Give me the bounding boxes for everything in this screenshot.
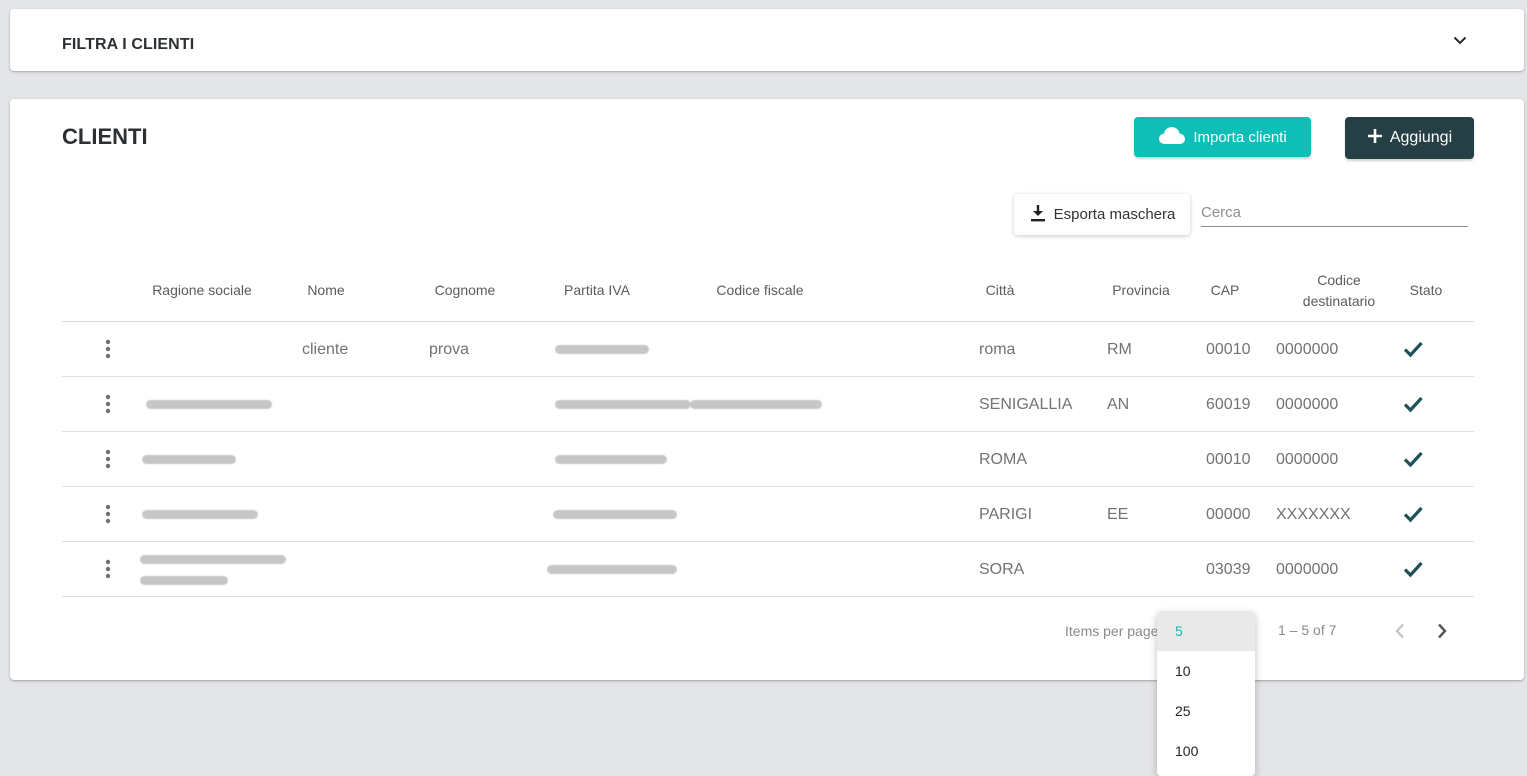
cell-partita-iva-redacted <box>553 487 677 542</box>
cell-cognome: prova <box>429 340 470 358</box>
cell-partita-iva-redacted <box>555 432 667 487</box>
cell-citta: roma <box>979 340 1016 358</box>
cell-ragione-sociale-redacted <box>142 432 236 487</box>
more-vert-icon[interactable] <box>98 446 118 472</box>
header-codice-fiscale[interactable]: Codice fiscale <box>710 259 810 322</box>
cell-cap: 00010 <box>1206 450 1251 468</box>
export-template-button[interactable]: Esporta maschera <box>1014 194 1190 235</box>
page-size-option[interactable]: 25 <box>1157 691 1255 731</box>
cell-codice-destinatario: 0000000 <box>1276 450 1339 468</box>
cell-citta: PARIGI <box>979 505 1033 523</box>
add-client-label: Aggiungi <box>1389 129 1453 146</box>
page-size-option[interactable]: 100 <box>1157 731 1255 771</box>
clients-panel: CLIENTI Importa clienti Aggiungi Esporta… <box>10 99 1524 680</box>
cell-codice-destinatario: XXXXXXX <box>1276 505 1351 523</box>
cell-citta: SORA <box>979 560 1025 578</box>
clients-table: Ragione sociale Nome Cognome Partita IVA… <box>62 259 1474 597</box>
cell-codice-fiscale-redacted <box>690 377 822 432</box>
cell-nome: cliente <box>302 340 349 358</box>
page-range-label: 1 – 5 of 7 <box>1278 622 1337 638</box>
chevron-down-icon[interactable] <box>1450 30 1470 50</box>
table-row[interactable]: SENIGALLIA AN 60019 0000000 <box>62 377 1474 432</box>
header-provincia[interactable]: Provincia <box>1112 259 1170 322</box>
plus-icon <box>1367 128 1383 149</box>
cell-cap: 00010 <box>1206 340 1251 358</box>
paginator: Items per page 1 – 5 of 7 <box>10 609 1524 653</box>
page-size-option[interactable]: 10 <box>1157 651 1255 691</box>
check-icon <box>1402 448 1424 470</box>
cell-partita-iva-redacted <box>547 542 677 597</box>
cell-ragione-sociale-redacted <box>142 487 258 542</box>
cell-codice-destinatario: 0000000 <box>1276 395 1339 413</box>
items-per-page-label: Items per page <box>1065 623 1159 639</box>
cell-citta: SENIGALLIA <box>979 395 1073 413</box>
table-row[interactable]: ROMA 00010 0000000 <box>62 432 1474 487</box>
more-vert-icon[interactable] <box>98 501 118 527</box>
header-partita-iva[interactable]: Partita IVA <box>556 259 638 322</box>
header-nome[interactable]: Nome <box>295 259 357 322</box>
more-vert-icon[interactable] <box>98 391 118 417</box>
table-row[interactable]: SORA 03039 0000000 <box>62 542 1474 597</box>
download-icon <box>1029 204 1047 226</box>
export-template-label: Esporta maschera <box>1053 206 1176 223</box>
header-stato[interactable]: Stato <box>1402 259 1450 322</box>
search-field <box>1201 199 1468 227</box>
cell-codice-destinatario: 0000000 <box>1276 560 1339 578</box>
check-icon <box>1402 393 1424 415</box>
search-input[interactable] <box>1201 199 1468 225</box>
page-size-option[interactable]: 5 <box>1157 611 1255 651</box>
chevron-right-icon[interactable] <box>1430 619 1454 643</box>
header-codice-destinatario[interactable]: Codice destinatario <box>1294 259 1384 322</box>
cell-cap: 00000 <box>1206 505 1251 523</box>
cell-cap: 03039 <box>1206 560 1251 578</box>
header-citta[interactable]: Città <box>980 259 1020 322</box>
import-clients-button[interactable]: Importa clienti <box>1134 117 1311 157</box>
add-client-button[interactable]: Aggiungi <box>1345 117 1474 159</box>
more-vert-icon[interactable] <box>98 336 118 362</box>
header-cognome[interactable]: Cognome <box>426 259 504 322</box>
cell-codice-destinatario: 0000000 <box>1276 340 1339 358</box>
header-cap[interactable]: CAP <box>1210 259 1240 322</box>
chevron-left-icon[interactable] <box>1388 619 1412 643</box>
header-ragione-sociale[interactable]: Ragione sociale <box>138 259 266 322</box>
more-vert-icon[interactable] <box>98 556 118 582</box>
cell-cap: 60019 <box>1206 395 1251 413</box>
items-per-page-dropdown: 5 10 25 100 <box>1157 611 1255 776</box>
table-row[interactable]: PARIGI EE 00000 XXXXXXX <box>62 487 1474 542</box>
cell-ragione-sociale-redacted <box>146 377 272 432</box>
filter-title: FILTRA I CLIENTI <box>62 36 195 53</box>
cell-citta: ROMA <box>979 450 1027 468</box>
table-row[interactable]: cliente prova roma RM 00010 0000000 <box>62 322 1474 377</box>
cell-provincia: RM <box>1107 340 1132 358</box>
cell-partita-iva-redacted <box>555 322 649 377</box>
filter-panel[interactable]: FILTRA I CLIENTI <box>10 9 1524 71</box>
check-icon <box>1402 338 1424 360</box>
import-clients-label: Importa clienti <box>1193 128 1287 146</box>
check-icon <box>1402 558 1424 580</box>
cloud-icon <box>1158 125 1186 149</box>
cell-provincia: AN <box>1107 395 1130 413</box>
cell-provincia: EE <box>1107 505 1129 523</box>
check-icon <box>1402 503 1424 525</box>
cell-partita-iva-redacted <box>555 377 691 432</box>
table-header: Ragione sociale Nome Cognome Partita IVA… <box>62 259 1474 322</box>
cell-ragione-sociale-redacted <box>140 542 286 597</box>
page-title: CLIENTI <box>62 124 148 149</box>
